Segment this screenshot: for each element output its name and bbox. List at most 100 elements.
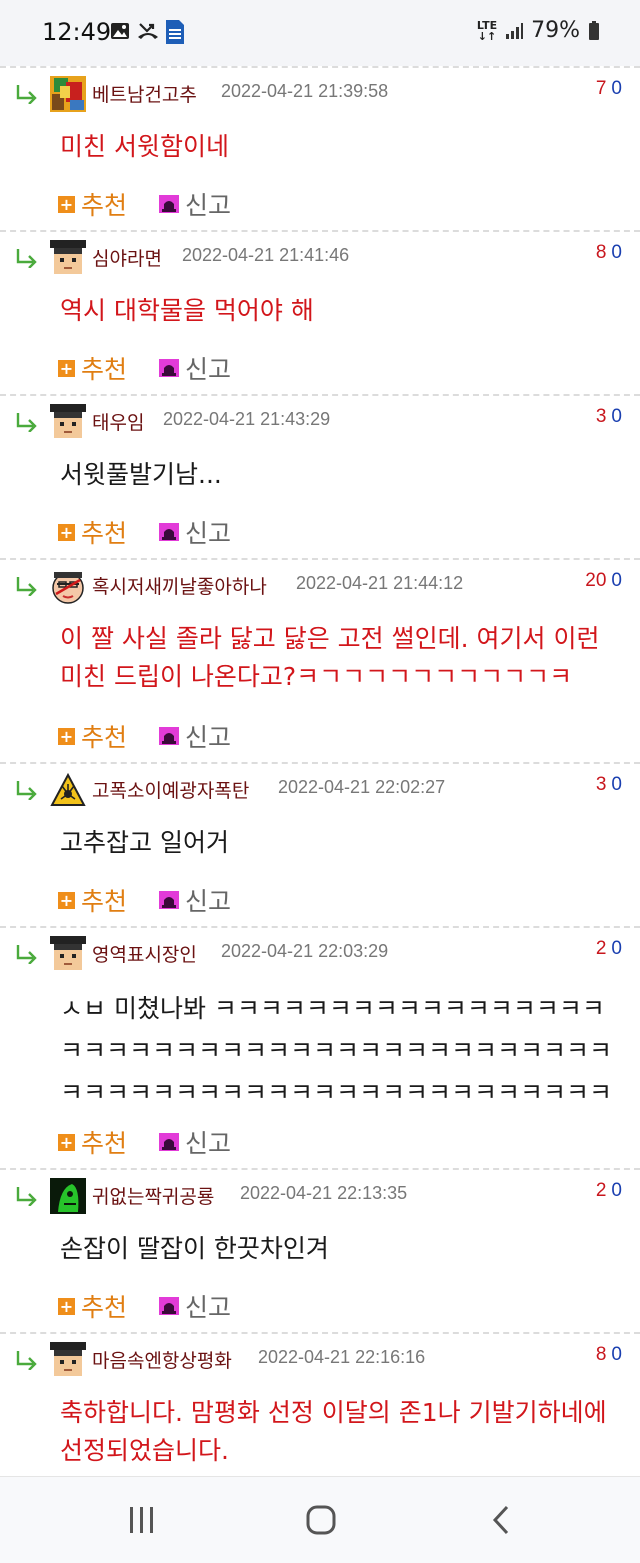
comment-author[interactable]: 고폭소이예광자폭탄: [92, 776, 249, 803]
comment-item: 혹시저새끼날좋아하나 2022-04-21 21:44:12 20 0 이 짤 사…: [0, 558, 640, 762]
comment-item: 태우임 2022-04-21 21:43:29 30 서윗풀발기남... + 추…: [0, 394, 640, 558]
comment-actions: + 추천 신고: [58, 350, 231, 386]
back-icon[interactable]: [490, 1504, 512, 1536]
siren-icon: [159, 1133, 180, 1151]
comment-item: 영역표시장인 2022-04-21 22:03:29 20 ㅅㅂ 미쳤나봐 ㅋㅋ…: [0, 926, 640, 1168]
comment-actions: + 추천 신고: [58, 882, 231, 918]
avatar: [50, 76, 86, 112]
battery-icon: [589, 20, 599, 40]
comment-date: 2022-04-21 21:41:46: [182, 245, 350, 265]
report-button[interactable]: 신고: [185, 718, 231, 754]
comment-date: 2022-04-21 22:03:29: [221, 941, 389, 961]
comment-author[interactable]: 귀없는짝귀공룡: [92, 1182, 214, 1209]
reply-arrow-icon: [16, 945, 37, 964]
comment-actions: + 추천 신고: [58, 718, 231, 754]
report-button[interactable]: 신고: [185, 1288, 231, 1324]
comment-item: 베트남건고추 2022-04-21 21:39:58 70 미친 서윗함이네 +…: [0, 66, 640, 230]
recommend-button[interactable]: 추천: [81, 514, 127, 550]
recommend-button[interactable]: 추천: [81, 718, 127, 754]
reply-arrow-icon: [16, 1351, 37, 1370]
comment-score: 80: [595, 1344, 622, 1365]
comment-score: 70: [595, 78, 622, 99]
comment-date: 2022-04-21 22:13:35: [240, 1183, 408, 1203]
avatar: [50, 568, 86, 604]
comment-score: 80: [595, 242, 622, 263]
plus-icon: +: [58, 358, 75, 378]
plus-icon: +: [58, 890, 75, 910]
avatar: [50, 240, 86, 276]
plus-icon: +: [58, 1296, 75, 1316]
avatar: [50, 936, 86, 972]
comment-text: 이 짤 사실 졸라 닳고 닳은 고전 썰인데. 여기서 이런 미친 드립이 나온…: [60, 624, 600, 691]
comment-author[interactable]: 혹시저새끼날좋아하나: [92, 572, 267, 599]
comment-text: 축하합니다. 맘평화 선정 이달의 존1나 기발기하네에 선정되었습니다.: [60, 1398, 607, 1465]
comment-date: 2022-04-21 21:44:12: [296, 573, 464, 593]
report-button[interactable]: 신고: [185, 514, 231, 550]
siren-icon: [159, 727, 180, 745]
comment-text: 손잡이 딸잡이 한끗차인겨: [60, 1234, 329, 1263]
comment-item: 마음속엔항상평화 2022-04-21 22:16:16 80 축하합니다. 맘…: [0, 1332, 640, 1476]
comment-item: 심야라면 2022-04-21 21:41:46 80 역시 대학물을 먹어야 …: [0, 230, 640, 394]
comment-author[interactable]: 태우임: [92, 408, 144, 435]
plus-icon: +: [58, 1132, 75, 1152]
comment-text: 역시 대학물을 먹어야 해: [60, 296, 314, 325]
comment-text: 서윗풀발기남...: [60, 460, 222, 489]
report-button[interactable]: 신고: [185, 350, 231, 386]
siren-icon: [159, 195, 180, 213]
missed-call-icon: [138, 23, 158, 39]
network-type: LTE ↓↑: [476, 18, 498, 43]
home-icon[interactable]: [305, 1504, 337, 1536]
word-doc-icon: [166, 20, 184, 44]
comment-actions: + 추천 신고: [58, 514, 231, 550]
siren-icon: [159, 359, 180, 377]
status-right: LTE ↓↑ 79%: [477, 18, 600, 43]
reply-arrow-icon: [16, 413, 37, 432]
recommend-button[interactable]: 추천: [81, 1288, 127, 1324]
comment-author[interactable]: 심야라면: [92, 244, 162, 271]
recommend-button[interactable]: 추천: [81, 1124, 127, 1160]
report-button[interactable]: 신고: [185, 882, 231, 918]
recent-apps-icon[interactable]: [128, 1505, 156, 1535]
comment-actions: + 추천 신고: [58, 186, 231, 222]
comment-list: 베트남건고추 2022-04-21 21:39:58 70 미친 서윗함이네 +…: [0, 66, 640, 1476]
comment-score: 20: [595, 1180, 622, 1201]
reply-arrow-icon: [16, 1187, 37, 1206]
battery-percent: 79%: [531, 18, 580, 43]
comment-item: 귀없는짝귀공룡 2022-04-21 22:13:35 20 손잡이 딸잡이 한…: [0, 1168, 640, 1332]
comment-score: 30: [595, 406, 622, 427]
plus-icon: +: [58, 194, 75, 214]
siren-icon: [159, 1297, 180, 1315]
comment-text: 고추잡고 일어거: [60, 828, 229, 857]
status-time: 12:49: [42, 18, 112, 46]
reply-arrow-icon: [16, 249, 37, 268]
plus-icon: +: [58, 726, 75, 746]
avatar: [50, 1178, 86, 1214]
avatar: [50, 1342, 86, 1378]
comment-author[interactable]: 마음속엔항상평화: [92, 1346, 232, 1373]
reply-arrow-icon: [16, 781, 37, 800]
comment-date: 2022-04-21 21:39:58: [221, 81, 389, 101]
recommend-button[interactable]: 추천: [81, 186, 127, 222]
comment-text: 미친 서윗함이네: [60, 132, 229, 161]
recommend-button[interactable]: 추천: [81, 350, 127, 386]
comment-date: 2022-04-21 22:16:16: [258, 1347, 426, 1367]
gallery-icon: [111, 23, 129, 39]
plus-icon: +: [58, 522, 75, 542]
comment-author[interactable]: 영역표시장인: [92, 940, 197, 967]
report-button[interactable]: 신고: [185, 1124, 231, 1160]
report-button[interactable]: 신고: [185, 186, 231, 222]
siren-icon: [159, 523, 180, 541]
reply-arrow-icon: [16, 577, 37, 596]
comment-score: 20: [595, 938, 622, 959]
siren-icon: [159, 891, 180, 909]
signal-icon: [506, 22, 524, 39]
comment-actions: + 추천 신고: [58, 1288, 231, 1324]
comment-actions: + 추천 신고: [58, 1124, 231, 1160]
comment-score: 20 0: [585, 570, 622, 591]
warning-avatar: [50, 772, 86, 808]
recommend-button[interactable]: 추천: [81, 882, 127, 918]
comment-author[interactable]: 베트남건고추: [92, 80, 197, 107]
avatar: [50, 404, 86, 440]
status-bar: 12:49 LTE ↓↑ 79%: [0, 0, 640, 66]
reply-arrow-icon: [16, 85, 37, 104]
